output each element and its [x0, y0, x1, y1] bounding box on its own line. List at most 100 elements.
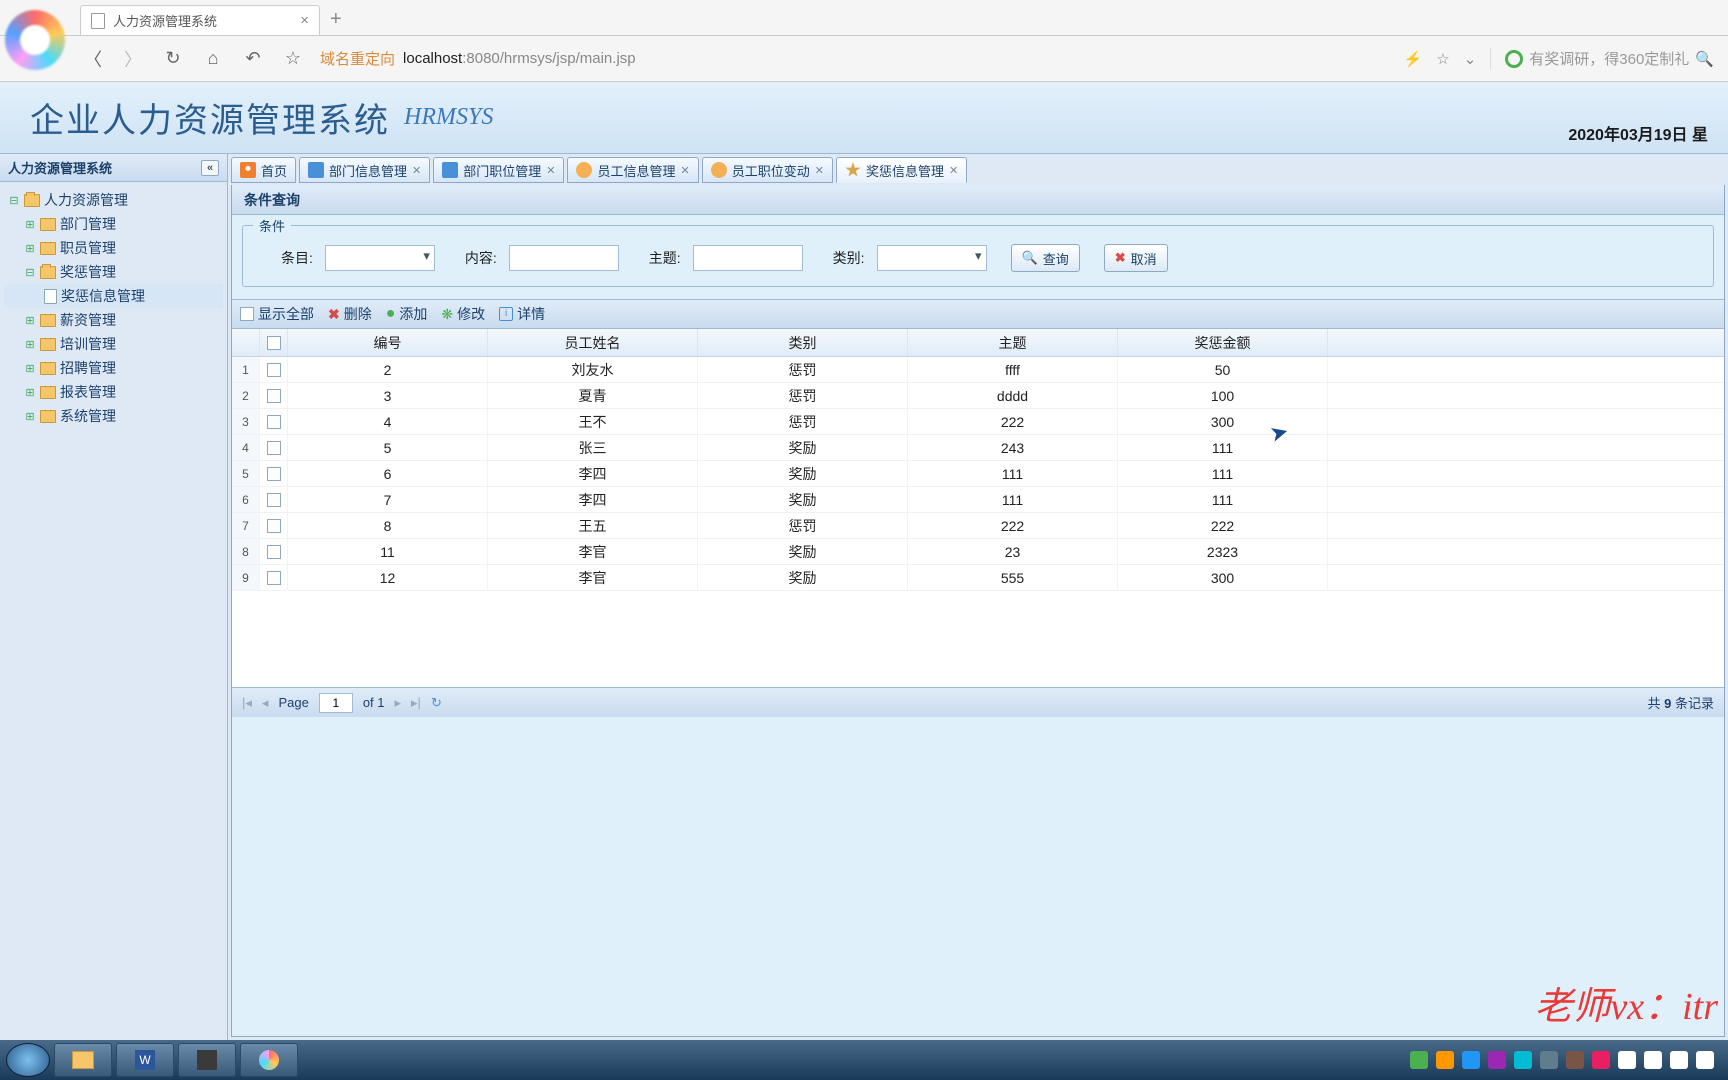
tray-icon[interactable]	[1540, 1051, 1558, 1069]
browser-tab[interactable]: 人力资源管理系统 ×	[80, 5, 320, 35]
tree-item-系统管理[interactable]: ⊞系统管理	[4, 404, 223, 428]
address-bar[interactable]: 域名重定向 localhost :8080/hrmsys/jsp/main.js…	[320, 44, 1000, 74]
tray-icon[interactable]	[1644, 1051, 1662, 1069]
tree-item-部门管理[interactable]: ⊞部门管理	[4, 212, 223, 236]
row-checkbox[interactable]	[260, 487, 288, 512]
tree-toggle-icon[interactable]: ⊞	[24, 218, 36, 231]
table-row[interactable]: 45张三奖励243111	[232, 435, 1724, 461]
reload-button[interactable]: ↻	[160, 46, 186, 72]
header-subject[interactable]: 主题	[908, 329, 1118, 356]
tree-item-薪资管理[interactable]: ⊞薪资管理	[4, 308, 223, 332]
first-page-button[interactable]: |◂	[242, 695, 252, 711]
lightning-icon[interactable]: ⚡	[1404, 50, 1423, 68]
tray-icon[interactable]	[1592, 1051, 1610, 1069]
tree-leaf-reward[interactable]: 奖惩信息管理	[4, 284, 223, 308]
show-all-button[interactable]: 显示全部	[240, 304, 314, 324]
table-row[interactable]: 912李官奖励555300	[232, 565, 1724, 591]
task-browser[interactable]	[240, 1043, 298, 1077]
checkbox-icon[interactable]	[267, 467, 281, 481]
system-tray[interactable]	[1410, 1051, 1722, 1069]
tree-toggle-icon[interactable]: ⊞	[24, 410, 36, 423]
tray-icon[interactable]	[1670, 1051, 1688, 1069]
row-checkbox[interactable]	[260, 409, 288, 434]
checkbox-icon[interactable]	[267, 493, 281, 507]
table-row[interactable]: 23夏青惩罚dddd100	[232, 383, 1724, 409]
tree-toggle-icon[interactable]: ⊞	[24, 386, 36, 399]
chevron-down-icon[interactable]: ⌄	[1464, 50, 1477, 68]
tree-root[interactable]: ⊟ 人力资源管理	[4, 188, 223, 212]
header-amount[interactable]: 奖惩金额	[1118, 329, 1328, 356]
checkbox-icon[interactable]	[267, 519, 281, 533]
header-type[interactable]: 类别	[698, 329, 908, 356]
row-checkbox[interactable]	[260, 383, 288, 408]
close-tab-icon[interactable]: ✕	[815, 164, 824, 177]
cancel-button[interactable]: ✖ 取消	[1104, 244, 1168, 272]
task-word[interactable]: W	[116, 1043, 174, 1077]
tray-icon[interactable]	[1462, 1051, 1480, 1069]
checkbox-icon[interactable]	[267, 571, 281, 585]
tree-toggle-icon[interactable]: ⊞	[24, 338, 36, 351]
tree-item-职员管理[interactable]: ⊞职员管理	[4, 236, 223, 260]
task-ide[interactable]	[178, 1043, 236, 1077]
table-row[interactable]: 67李四奖励111111	[232, 487, 1724, 513]
close-tab-icon[interactable]: ✕	[412, 164, 421, 177]
refresh-button[interactable]: ↻	[431, 695, 442, 711]
tab-员工信息管理[interactable]: 员工信息管理✕	[567, 157, 698, 183]
tray-icon[interactable]	[1618, 1051, 1636, 1069]
edit-button[interactable]: ❋修改	[441, 304, 485, 324]
content-input[interactable]	[509, 245, 619, 271]
tray-icon[interactable]	[1696, 1051, 1714, 1069]
forward-button[interactable]: 〉	[120, 46, 146, 72]
tree-item-培训管理[interactable]: ⊞培训管理	[4, 332, 223, 356]
start-button[interactable]	[6, 1043, 50, 1077]
subject-input[interactable]	[693, 245, 803, 271]
checkbox-icon[interactable]	[267, 389, 281, 403]
tree-item-报表管理[interactable]: ⊞报表管理	[4, 380, 223, 404]
row-checkbox[interactable]	[260, 565, 288, 590]
header-name[interactable]: 员工姓名	[488, 329, 698, 356]
tab-部门信息管理[interactable]: 部门信息管理✕	[299, 157, 430, 183]
close-tab-icon[interactable]: ×	[300, 12, 309, 29]
detail-button[interactable]: i详情	[499, 304, 545, 324]
delete-button[interactable]: ✖删除	[328, 304, 372, 324]
search-icon[interactable]: 🔍	[1695, 50, 1714, 68]
tree-toggle-icon[interactable]: ⊟	[24, 266, 36, 279]
row-checkbox[interactable]	[260, 461, 288, 486]
row-checkbox[interactable]	[260, 539, 288, 564]
tray-icon[interactable]	[1436, 1051, 1454, 1069]
type-combo[interactable]	[877, 245, 987, 271]
row-checkbox[interactable]	[260, 357, 288, 382]
header-checkbox[interactable]	[260, 329, 288, 356]
tab-奖惩信息管理[interactable]: 奖惩信息管理✕	[836, 157, 967, 183]
page-input[interactable]	[319, 693, 353, 713]
table-row[interactable]: 34王不惩罚222300	[232, 409, 1724, 435]
close-tab-icon[interactable]: ✕	[949, 164, 958, 177]
home-button[interactable]: ⌂	[200, 46, 226, 72]
tray-icon[interactable]	[1514, 1051, 1532, 1069]
tray-icon[interactable]	[1410, 1051, 1428, 1069]
new-tab-button[interactable]: +	[330, 8, 342, 31]
tree-toggle-icon[interactable]: ⊞	[24, 242, 36, 255]
close-tab-icon[interactable]: ✕	[681, 164, 690, 177]
row-checkbox[interactable]	[260, 435, 288, 460]
star-icon[interactable]: ☆	[1436, 50, 1449, 68]
item-combo[interactable]	[325, 245, 435, 271]
tab-首页[interactable]: 首页	[231, 157, 296, 183]
tray-icon[interactable]	[1488, 1051, 1506, 1069]
tree-item-奖惩管理[interactable]: ⊟奖惩管理	[4, 260, 223, 284]
tree-toggle-icon[interactable]: ⊞	[24, 362, 36, 375]
tree-item-招聘管理[interactable]: ⊞招聘管理	[4, 356, 223, 380]
tray-icon[interactable]	[1566, 1051, 1584, 1069]
checkbox-icon[interactable]	[267, 441, 281, 455]
table-row[interactable]: 56李四奖励111111	[232, 461, 1724, 487]
favorite-button[interactable]: ☆	[280, 46, 306, 72]
header-id[interactable]: 编号	[288, 329, 488, 356]
tree-toggle-icon[interactable]: ⊟	[8, 194, 20, 207]
undo-button[interactable]: ↶	[240, 46, 266, 72]
close-tab-icon[interactable]: ✕	[546, 164, 555, 177]
table-row[interactable]: 78王五惩罚222222	[232, 513, 1724, 539]
checkbox-icon[interactable]	[267, 336, 281, 350]
checkbox-icon[interactable]	[267, 545, 281, 559]
tab-部门职位管理[interactable]: 部门职位管理✕	[433, 157, 564, 183]
search-button[interactable]: 🔍 查询	[1011, 244, 1080, 272]
